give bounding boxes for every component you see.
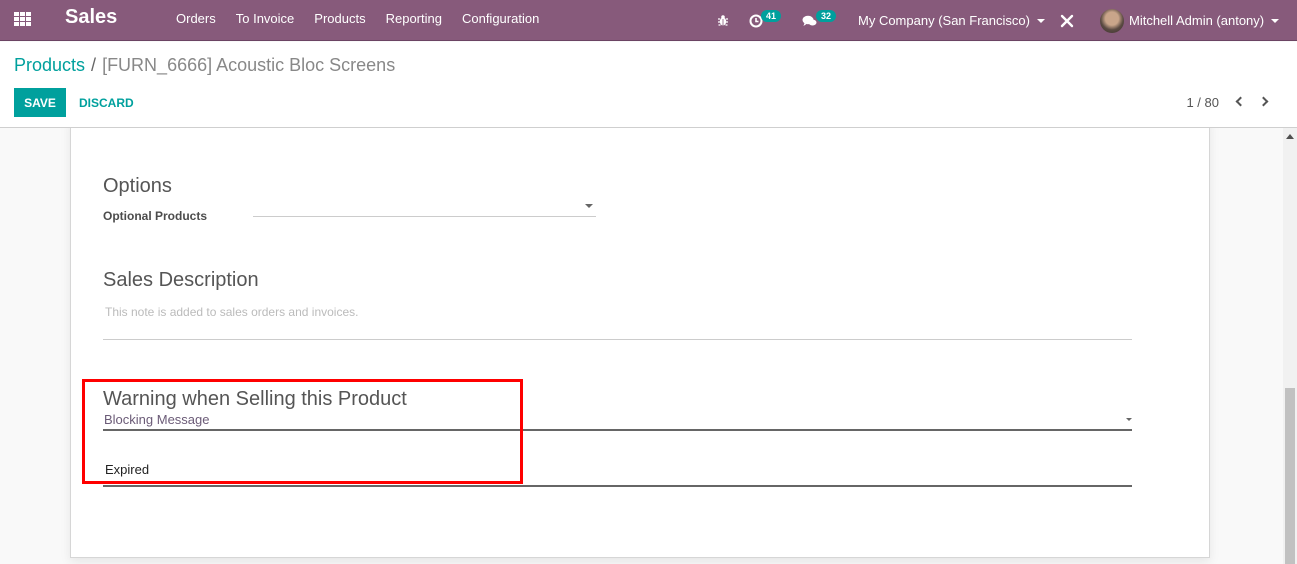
optional-products-input[interactable]: [253, 197, 596, 217]
chevron-right-icon: [1258, 96, 1269, 106]
caret-down-icon: [1036, 18, 1045, 23]
discard-button[interactable]: DISCARD: [79, 88, 134, 117]
breadcrumb-current: [FURN_6666] Acoustic Bloc Screens: [102, 55, 396, 75]
control-panel: Products / [FURN_6666] Acoustic Bloc Scree…: [0, 42, 1297, 128]
dropdown-caret-icon: [1126, 418, 1132, 421]
scrollbar-thumb[interactable]: [1285, 388, 1295, 564]
menu-item-reporting[interactable]: Reporting: [386, 11, 442, 26]
breadcrumb: Products / [FURN_6666] Acoustic Bloc Scree…: [14, 55, 395, 76]
warning-type-value: Blocking Message: [104, 412, 210, 427]
pager-value: 1 / 80: [1186, 95, 1219, 110]
scroll-up-arrow-icon[interactable]: [1286, 134, 1294, 139]
menu-item-to-invoice[interactable]: To Invoice: [236, 11, 295, 26]
tools-button[interactable]: [1060, 0, 1074, 41]
warning-type-select[interactable]: Blocking Message: [103, 409, 1132, 431]
warning-message-value: Expired: [105, 462, 150, 477]
caret-down-icon: [1271, 18, 1280, 23]
activities-button[interactable]: 41: [749, 0, 782, 41]
messages-count-badge: 32: [816, 9, 837, 22]
top-navbar: Sales Orders To Invoice Products Reporti…: [0, 0, 1297, 41]
warning-message-input[interactable]: Expired: [103, 451, 1132, 487]
breadcrumb-separator: /: [91, 55, 97, 75]
debug-button[interactable]: [717, 0, 729, 41]
app-name[interactable]: Sales: [65, 6, 117, 29]
sales-description-title: Sales Description: [103, 269, 259, 291]
sales-description-input[interactable]: This note is added to sales orders and i…: [105, 305, 358, 319]
user-avatar: [1100, 8, 1124, 33]
user-name: Mitchell Admin (antony): [1129, 13, 1265, 28]
dropdown-caret-icon: [585, 204, 593, 208]
menu-item-orders[interactable]: Orders: [176, 11, 216, 26]
menu-item-products[interactable]: Products: [314, 11, 365, 26]
pager-next-button[interactable]: [1257, 91, 1273, 111]
chevron-left-icon: [1235, 96, 1246, 106]
form-sheet: Options Optional Products Sales Descript…: [70, 128, 1210, 558]
bug-icon: [718, 15, 728, 26]
vertical-scrollbar[interactable]: [1283, 128, 1297, 564]
save-button[interactable]: SAVE: [14, 88, 66, 117]
warning-section-title: Warning when Selling this Product: [103, 388, 407, 410]
activities-count-badge: 41: [761, 9, 782, 22]
main-menu: Orders To Invoice Products Reporting Con…: [176, 11, 559, 26]
breadcrumb-products-link[interactable]: Products: [14, 55, 85, 75]
company-name: My Company (San Francisco): [858, 13, 1030, 28]
menu-item-configuration[interactable]: Configuration: [462, 11, 539, 26]
user-menu[interactable]: Mitchell Admin (antony): [1100, 0, 1280, 41]
apps-grid-icon[interactable]: [14, 12, 32, 28]
tools-icon: [1060, 14, 1074, 27]
form-content: Options Optional Products Sales Descript…: [0, 128, 1283, 564]
messages-button[interactable]: 32: [802, 0, 837, 41]
pager-previous-button[interactable]: [1231, 91, 1247, 111]
sales-description-underline: [103, 339, 1132, 340]
options-section-title: Options: [103, 175, 172, 197]
optional-products-label: Optional Products: [103, 209, 208, 223]
company-switcher[interactable]: My Company (San Francisco): [858, 0, 1045, 41]
